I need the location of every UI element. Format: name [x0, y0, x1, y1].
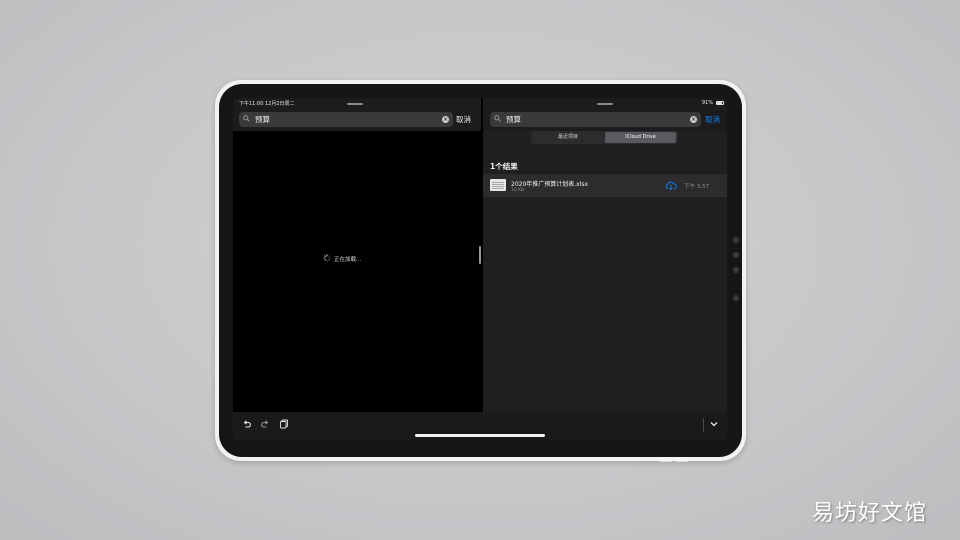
- right-search-input[interactable]: 预算 ×: [490, 112, 701, 127]
- left-pane: 下午11:00 12月2日周二 预算 × 取消 正在加载...: [233, 98, 481, 412]
- file-size: 16 KB: [511, 188, 525, 193]
- right-grabber[interactable]: [597, 103, 613, 105]
- battery-icon: [716, 101, 724, 105]
- segment-recents[interactable]: 最近项目: [533, 132, 603, 143]
- redo-icon[interactable]: [260, 419, 270, 429]
- spreadsheet-thumbnail: [490, 179, 506, 191]
- right-header: 91% 预算 × 取消: [483, 98, 727, 131]
- search-icon: [494, 115, 501, 122]
- spinner-icon: [323, 254, 331, 262]
- segment-icloud-drive[interactable]: iCloud Drive: [605, 132, 676, 143]
- search-icon: [243, 115, 250, 122]
- side-button-3: [733, 267, 739, 273]
- right-pane: 91% 预算 × 取消 最近项目 iCloud Drive 1个结果 2020年…: [483, 98, 727, 412]
- side-button-2: [733, 252, 739, 258]
- chevron-down-icon[interactable]: [709, 419, 719, 429]
- list-item[interactable]: 2020年推广预算计划表.xlsx 16 KB 下午 3:57: [483, 174, 727, 197]
- left-cancel-button[interactable]: 取消: [456, 114, 471, 125]
- side-button-4: [733, 295, 739, 301]
- scope-segmented-control: 最近项目 iCloud Drive: [531, 131, 678, 144]
- right-search-text: 预算: [506, 115, 521, 124]
- ipad-screen: 下午11:00 12月2日周二 预算 × 取消 正在加载... 91% 预算 ×…: [233, 98, 727, 441]
- result-count: 1个结果: [490, 162, 518, 171]
- split-view-divider[interactable]: [479, 246, 481, 264]
- left-grabber[interactable]: [347, 103, 363, 105]
- cloud-download-icon[interactable]: [665, 181, 677, 190]
- undo-icon[interactable]: [242, 419, 252, 429]
- home-indicator[interactable]: [415, 434, 545, 437]
- left-search-input[interactable]: 预算 ×: [239, 112, 453, 127]
- watermark: 易坊好文馆: [812, 501, 928, 526]
- loading-text: 正在加载...: [334, 257, 362, 263]
- left-search-text: 预算: [255, 115, 270, 124]
- right-cancel-button[interactable]: 取消: [705, 114, 720, 125]
- left-header: 下午11:00 12月2日周二 预算 × 取消: [233, 98, 481, 131]
- file-time: 下午 3:57: [684, 184, 710, 190]
- clear-icon[interactable]: ×: [442, 116, 449, 123]
- paste-icon[interactable]: [279, 419, 289, 429]
- battery-percent: 91%: [701, 100, 713, 106]
- clear-icon[interactable]: ×: [690, 116, 697, 123]
- loading-indicator: 正在加载...: [323, 254, 362, 263]
- side-button-1: [733, 237, 739, 243]
- device-marks: [660, 460, 688, 462]
- status-time: 下午11:00 12月2日周二: [239, 101, 295, 107]
- file-name: 2020年推广预算计划表.xlsx: [511, 181, 589, 188]
- toolbar-divider: [703, 418, 704, 432]
